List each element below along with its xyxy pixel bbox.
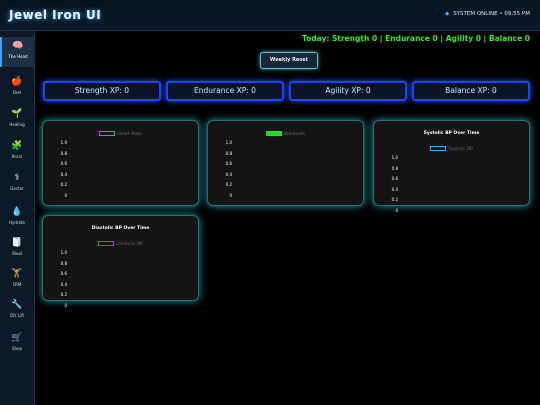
seedling-icon: 🌱 bbox=[11, 109, 23, 119]
sidebar-item-label: Hydrate bbox=[8, 220, 26, 225]
legend-label: Workouts bbox=[284, 132, 305, 137]
sidebar-item-label: Diet bbox=[12, 90, 22, 95]
y-tick-label: 0.4 bbox=[60, 171, 67, 177]
weightlifter-icon: 🏋 bbox=[11, 269, 23, 279]
app-title: Jewel Iron UI bbox=[9, 8, 102, 22]
weekly-reset-button[interactable]: Weekly Reset bbox=[260, 52, 318, 69]
legend-swatch bbox=[266, 131, 283, 136]
sidebar-item-1rm[interactable]: 🏋 1RM bbox=[0, 265, 34, 295]
y-tick-label: 1.0 bbox=[391, 155, 398, 160]
y-tick-label: 1.0 bbox=[60, 250, 67, 255]
legend-label: Systolic BP bbox=[448, 147, 473, 152]
chart-title: Systolic BP Over Time bbox=[423, 131, 480, 136]
y-tick-label: 0.4 bbox=[225, 171, 232, 177]
sidebar-item-brain[interactable]: 🧩 Brain bbox=[0, 137, 34, 167]
sidebar-item-label: Brain bbox=[11, 154, 23, 159]
sidebar-item-shop[interactable]: 🛒 Shop bbox=[0, 329, 34, 359]
sidebar-item-label: Doctor bbox=[10, 186, 24, 191]
sidebar: 🧠 The Head 🍎 Diet 🌱 Healing 🧩 Brain ⚕ Doctor 💧 Hydr… bbox=[0, 31, 35, 405]
toilet-paper-icon: 🧻 bbox=[11, 238, 23, 248]
y-tick-label: 0.2 bbox=[60, 292, 67, 297]
y-tick-label: 0 bbox=[64, 302, 67, 308]
y-tick-label: 1.0 bbox=[60, 140, 67, 145]
sidebar-item-hydrate[interactable]: 💧 Hydrate bbox=[0, 203, 34, 233]
sidebar-item-doctor[interactable]: ⚕ Doctor bbox=[0, 169, 34, 199]
apple-icon: 🍎 bbox=[11, 77, 23, 87]
y-tick-label: 0 bbox=[229, 192, 232, 198]
y-tick-label: 0.8 bbox=[60, 260, 67, 266]
endurance-xp-card: Endurance XP: 0 bbox=[166, 81, 284, 101]
chart-title: Diastolic BP Over Time bbox=[91, 226, 150, 231]
y-tick-label: 0.4 bbox=[60, 281, 67, 287]
clock-time: 09:55 PM bbox=[504, 11, 530, 17]
chart-card: Diastolic BP Over Time Diastolic BP 1.0 0.8… bbox=[42, 215, 199, 308]
sidebar-item-diy-lift[interactable]: 🔧 DIY Lift bbox=[0, 296, 34, 326]
agility-xp-card: Agility XP: 0 bbox=[289, 81, 407, 101]
sidebar-item-label: Shop bbox=[11, 346, 23, 351]
wrench-icon: 🔧 bbox=[11, 300, 23, 310]
y-tick-label: 0.2 bbox=[391, 197, 398, 202]
chart-card: Workouts 1.0 0.8 0.6 0.4 0.2 0 bbox=[207, 120, 364, 206]
y-tick-label: 0.2 bbox=[225, 182, 232, 187]
system-status: ◆ SYSTEM ONLINE • 09:55 PM bbox=[444, 11, 530, 17]
sidebar-item-label: 1RM bbox=[12, 282, 22, 287]
legend-swatch bbox=[99, 131, 116, 136]
y-tick-label: 0.8 bbox=[391, 165, 398, 171]
sidebar-item-healing[interactable]: 🌱 Healing bbox=[0, 105, 34, 135]
legend-label: Diastolic BP bbox=[116, 242, 143, 247]
y-tick-label: 0.6 bbox=[60, 161, 67, 166]
brain-icon: 🧠 bbox=[12, 41, 24, 51]
y-tick-label: 0.4 bbox=[391, 186, 398, 192]
chart-card: Systolic BP Over Time Systolic BP 1.0 0.8 0.… bbox=[373, 120, 530, 213]
y-tick-label: 1.0 bbox=[225, 140, 232, 145]
legend-swatch bbox=[430, 146, 447, 151]
y-tick-label: 0.6 bbox=[391, 176, 398, 181]
status-text: SYSTEM ONLINE bbox=[453, 11, 498, 17]
y-tick-label: 0.6 bbox=[225, 161, 232, 166]
daily-summary: Today: Strength 0 | Endurance 0 | Agilit… bbox=[301, 34, 530, 43]
cart-icon: 🛒 bbox=[11, 333, 23, 343]
y-tick-label: 0 bbox=[64, 192, 67, 198]
chart-legend[interactable]: Systolic BP bbox=[374, 146, 529, 152]
sidebar-item-label: Stool bbox=[11, 251, 23, 256]
sidebar-item-label: The Head bbox=[8, 54, 28, 59]
sidebar-item-label: DIY Lift bbox=[9, 313, 25, 318]
chart-legend[interactable]: Diastolic BP bbox=[43, 241, 198, 247]
puzzle-icon: 🧩 bbox=[11, 141, 23, 151]
sidebar-item-the-head[interactable]: 🧠 The Head bbox=[0, 37, 34, 67]
caduceus-icon: ⚕ bbox=[14, 173, 20, 183]
chart-legend[interactable]: Workouts bbox=[208, 131, 363, 137]
status-dot-icon: ◆ bbox=[444, 11, 450, 17]
chart-legend[interactable]: Heart Rate bbox=[43, 131, 198, 137]
y-tick-label: 0.2 bbox=[60, 182, 67, 187]
legend-swatch bbox=[98, 241, 115, 246]
strength-xp-card: Strength XP: 0 bbox=[43, 81, 161, 101]
balance-xp-card: Balance XP: 0 bbox=[412, 81, 530, 101]
y-tick-label: 0.6 bbox=[60, 271, 67, 276]
sidebar-item-label: Healing bbox=[9, 122, 25, 127]
chart-card: Heart Rate 1.0 0.8 0.6 0.4 0.2 0 bbox=[42, 120, 199, 206]
y-tick-label: 0.8 bbox=[60, 150, 67, 156]
app-header: Jewel Iron UI ◆ SYSTEM ONLINE • 09:55 PM bbox=[0, 0, 540, 31]
droplet-icon: 💧 bbox=[11, 207, 23, 217]
legend-label: Heart Rate bbox=[117, 132, 142, 137]
y-tick-label: 0.8 bbox=[225, 150, 232, 156]
sidebar-item-diet[interactable]: 🍎 Diet bbox=[0, 73, 34, 103]
sidebar-item-stool[interactable]: 🧻 Stool bbox=[0, 234, 34, 264]
y-tick-label: 0 bbox=[395, 207, 398, 213]
